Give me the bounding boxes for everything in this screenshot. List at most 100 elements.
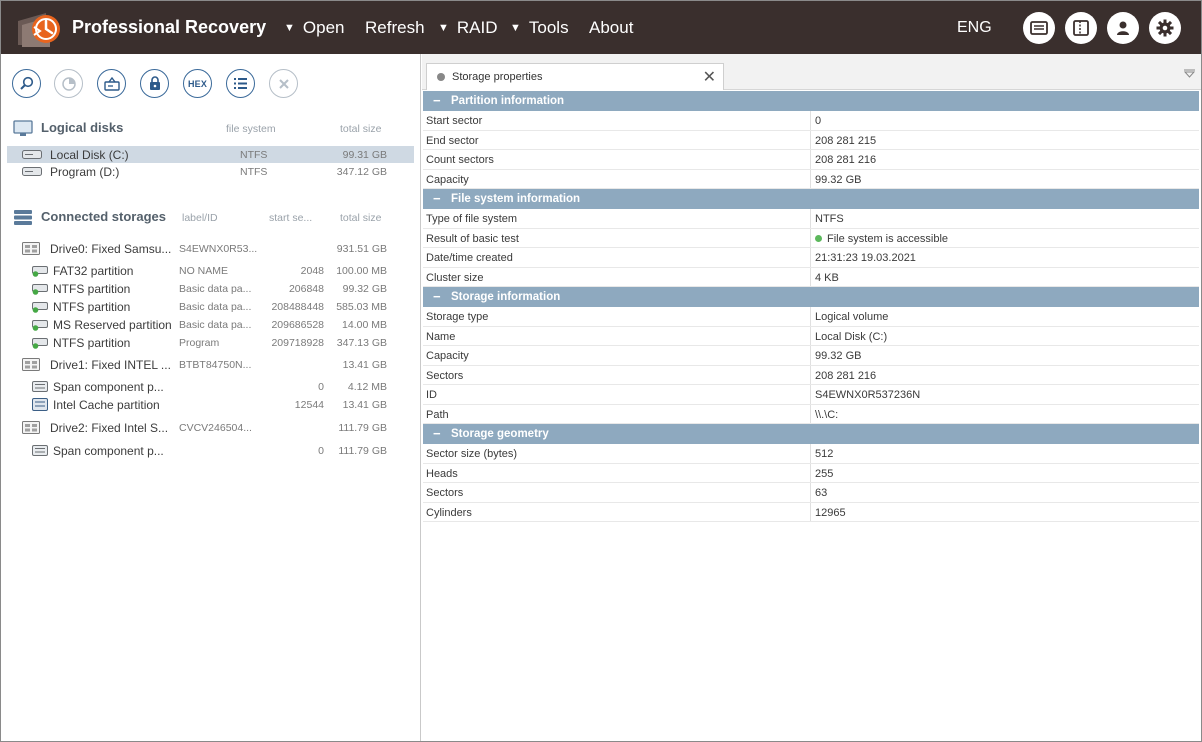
menu-open[interactable]: ▼ Open [284, 18, 344, 38]
language-selector[interactable]: ENG [957, 19, 992, 37]
lock-button[interactable] [140, 69, 169, 98]
collapse-icon[interactable]: − [433, 93, 441, 108]
property-key: Type of file system [426, 213, 518, 225]
property-row[interactable]: Heads 255 [423, 463, 1199, 483]
menu-about[interactable]: About [589, 18, 633, 38]
logical-disk-row[interactable]: Program (D:) NTFS 347.12 GB [7, 163, 414, 180]
partition-row[interactable]: NTFS partition Basic data pa... 206848 99.3… [7, 280, 414, 297]
right-panel: Storage properties ✕ − Partition informat… [422, 54, 1201, 741]
tab-list-dropdown-icon[interactable] [1184, 69, 1195, 78]
property-row[interactable]: Capacity 99.32 GB [423, 169, 1199, 189]
status-ok-icon [815, 234, 822, 242]
property-row[interactable]: ID S4EWNX0R537236N [423, 385, 1199, 405]
log-button[interactable] [1023, 12, 1055, 44]
column-divider [810, 307, 811, 326]
drive-row[interactable]: Drive1: Fixed INTEL ... BTBT84750N... 13.4… [7, 356, 414, 373]
property-value: 12965 [815, 507, 846, 519]
tab-storage-properties[interactable]: Storage properties ✕ [426, 63, 724, 90]
partition-row[interactable]: Span component p... 0 111.79 GB [7, 442, 414, 459]
image-button[interactable] [97, 69, 126, 98]
property-row[interactable]: Capacity 99.32 GB [423, 346, 1199, 366]
logical-disk-row[interactable]: Local Disk (C:) NTFS 99.31 GB [7, 146, 414, 163]
storage-label: BTBT84750N... [179, 359, 252, 371]
property-value: 208 281 216 [815, 154, 876, 166]
property-value-text: Local Disk (C:) [815, 330, 888, 343]
property-key: Result of basic test [426, 232, 519, 245]
property-row[interactable]: Cluster size 4 KB [423, 267, 1199, 287]
storage-size: 100.00 MB [336, 265, 387, 277]
column-divider [810, 209, 811, 228]
property-value: 208 281 216 [815, 370, 876, 382]
group-title: File system information [451, 193, 581, 205]
account-button[interactable] [1107, 12, 1139, 44]
storage-name: FAT32 partition [53, 264, 134, 278]
property-row[interactable]: Sectors 63 [423, 483, 1199, 503]
collapse-icon[interactable]: − [433, 426, 441, 441]
partition-row[interactable]: FAT32 partition NO NAME 2048 100.00 MB [7, 262, 414, 279]
partition-row[interactable]: Intel Cache partition 12544 13.41 GB [7, 396, 414, 413]
storage-label: Basic data pa... [179, 283, 252, 295]
menu-raid[interactable]: ▼ RAID [438, 18, 498, 38]
storage-label: S4EWNX0R53... [179, 243, 258, 255]
property-row[interactable]: Date/time created 21:31:23 19.03.2021 [423, 248, 1199, 268]
tab-title: Storage properties [452, 71, 543, 83]
property-row[interactable]: Storage type Logical volume [423, 307, 1199, 327]
triangle-down-icon: ▼ [284, 22, 295, 34]
disk-size: 99.31 GB [342, 149, 387, 161]
partition-row[interactable]: NTFS partition Program 209718928 347.13 GB [7, 334, 414, 351]
collapse-icon[interactable]: − [433, 289, 441, 304]
disk-icon [22, 167, 42, 176]
chart-button[interactable] [54, 69, 83, 98]
close-tab-icon[interactable]: ✕ [703, 67, 716, 87]
settings-button[interactable] [1149, 12, 1181, 44]
drive-row[interactable]: Drive2: Fixed Intel S... CVCV246504... 111… [7, 419, 414, 436]
column-divider [810, 150, 811, 169]
menu-open-label: Open [302, 18, 345, 37]
property-row[interactable]: Name Local Disk (C:) [423, 326, 1199, 346]
property-row[interactable]: Cylinders 12965 [423, 502, 1199, 522]
triangle-down-icon: ▼ [438, 22, 449, 34]
storage-size: 347.13 GB [336, 337, 387, 349]
menu-tools[interactable]: ▼ Tools [510, 18, 569, 38]
partition-row[interactable]: MS Reserved partition Basic data pa... 209… [7, 316, 414, 333]
panel-toggle-button[interactable] [1065, 12, 1097, 44]
partition-row[interactable]: Span component p... 0 4.12 MB [7, 378, 414, 395]
group-header[interactable]: − Storage geometry [423, 424, 1199, 444]
property-row[interactable]: Sector size (bytes) 512 [423, 444, 1199, 464]
property-row[interactable]: Count sectors 208 281 216 [423, 150, 1199, 170]
search-button[interactable] [12, 69, 41, 98]
drive-row[interactable]: Drive0: Fixed Samsu... S4EWNX0R53... 931.5… [7, 240, 414, 257]
partition-row[interactable]: NTFS partition Basic data pa... 208488448 5… [7, 298, 414, 315]
group-header[interactable]: − Partition information [423, 91, 1199, 111]
list-button[interactable] [226, 69, 255, 98]
group-header[interactable]: − File system information [423, 189, 1199, 209]
app-title: Professional Recovery [72, 17, 267, 37]
property-row[interactable]: Path \\.\C: [423, 404, 1199, 424]
property-row[interactable]: Type of file system NTFS [423, 209, 1199, 229]
property-value-text: File system is accessible [827, 232, 949, 245]
close-button[interactable] [269, 69, 298, 98]
cache-partition-icon [32, 398, 48, 411]
property-key: ID [426, 389, 437, 401]
property-value-text: 99.32 GB [815, 350, 862, 362]
property-key: Capacity [426, 350, 469, 362]
group-header[interactable]: − Storage information [423, 287, 1199, 307]
lock-icon [149, 76, 160, 90]
drive-icon [22, 242, 40, 255]
property-row[interactable]: Start sector 0 [423, 111, 1199, 131]
drive-icon [22, 358, 40, 371]
property-row[interactable]: End sector 208 281 215 [423, 130, 1199, 150]
collapse-icon[interactable]: − [433, 191, 441, 206]
menu-refresh[interactable]: Refresh [365, 18, 425, 38]
property-value-text: \\.\C: [815, 408, 839, 421]
tab-dot-icon [437, 73, 445, 81]
property-value-text: 208 281 216 [815, 369, 877, 382]
hex-button[interactable]: HEX [183, 69, 212, 98]
storage-name: Intel Cache partition [53, 398, 160, 412]
col-start-sector: start se... [269, 212, 313, 224]
storage-label: NO NAME [179, 265, 229, 277]
hex-icon: HEX [187, 78, 208, 89]
storage-start-sector: 2048 [300, 265, 324, 277]
property-row[interactable]: Result of basic test File system is acces… [423, 228, 1199, 248]
property-row[interactable]: Sectors 208 281 216 [423, 365, 1199, 385]
